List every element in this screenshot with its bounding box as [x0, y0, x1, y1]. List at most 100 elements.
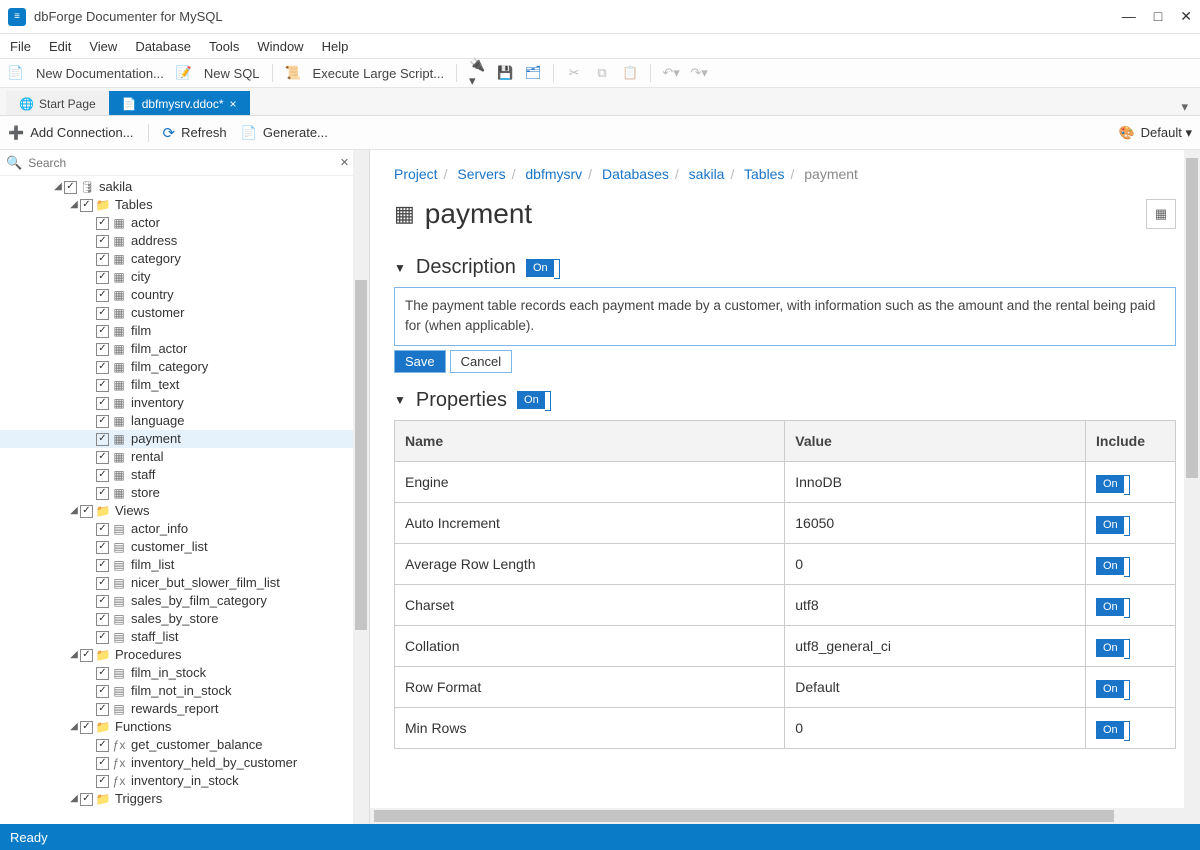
theme-selector[interactable]: Default ▾	[1141, 125, 1192, 141]
sidebar-scrollbar[interactable]	[353, 150, 369, 824]
tree-table-staff[interactable]: ▦staff	[0, 466, 369, 484]
tree-checkbox[interactable]	[96, 685, 109, 698]
tree-checkbox[interactable]	[80, 199, 93, 212]
tree-checkbox[interactable]	[96, 253, 109, 266]
tree-table-inventory[interactable]: ▦inventory	[0, 394, 369, 412]
crumb-project[interactable]: Project	[394, 166, 438, 182]
tree-checkbox[interactable]	[96, 451, 109, 464]
tree-checkbox[interactable]	[96, 379, 109, 392]
tree-proc-film_in_stock[interactable]: ▤film_in_stock	[0, 664, 369, 682]
tree-view-sales_by_film_category[interactable]: ▤sales_by_film_category	[0, 592, 369, 610]
tree-table-store[interactable]: ▦store	[0, 484, 369, 502]
refresh-button[interactable]: ⟳ Refresh	[163, 124, 227, 142]
tree-checkbox[interactable]	[96, 667, 109, 680]
tree-checkbox[interactable]	[96, 487, 109, 500]
tree-group-views[interactable]: ◢📁Views	[0, 502, 369, 520]
tree-view-sales_by_store[interactable]: ▤sales_by_store	[0, 610, 369, 628]
tree-checkbox[interactable]	[96, 397, 109, 410]
tree-checkbox[interactable]	[96, 361, 109, 374]
tree-checkbox[interactable]	[96, 235, 109, 248]
menu-database[interactable]: Database	[135, 39, 191, 54]
paste-icon[interactable]: 📋	[622, 65, 638, 81]
tree-table-address[interactable]: ▦address	[0, 232, 369, 250]
include-toggle[interactable]: On	[1096, 475, 1125, 493]
tree-table-film[interactable]: ▦film	[0, 322, 369, 340]
menu-window[interactable]: Window	[257, 39, 303, 54]
main-hscrollbar[interactable]	[370, 808, 1184, 824]
tab-start-page[interactable]: 🌐 Start Page	[6, 91, 109, 115]
tree-checkbox[interactable]	[96, 775, 109, 788]
tree-table-payment[interactable]: ▦payment	[0, 430, 369, 448]
search-input[interactable]	[28, 156, 334, 170]
tree-checkbox[interactable]	[96, 541, 109, 554]
tree-table-customer[interactable]: ▦customer	[0, 304, 369, 322]
tree-checkbox[interactable]	[96, 523, 109, 536]
crumb-tables[interactable]: Tables	[744, 166, 784, 182]
tree-checkbox[interactable]	[96, 559, 109, 572]
copy-icon[interactable]: ⧉	[594, 65, 610, 81]
window-close[interactable]: ✕	[1180, 8, 1192, 25]
tree-checkbox[interactable]	[80, 649, 93, 662]
window-minimize[interactable]: —	[1122, 8, 1136, 25]
tree-checkbox[interactable]	[96, 739, 109, 752]
crumb-databases[interactable]: Databases	[602, 166, 669, 182]
connect-icon[interactable]: 🔌▾	[469, 65, 485, 81]
tree-checkbox[interactable]	[96, 289, 109, 302]
crumb-server[interactable]: dbfmysrv	[525, 166, 582, 182]
description-textarea[interactable]: The payment table records each payment m…	[394, 287, 1176, 346]
tree-func-inventory_in_stock[interactable]: ƒxinventory_in_stock	[0, 772, 369, 790]
tree-checkbox[interactable]	[96, 469, 109, 482]
tree-checkbox[interactable]	[96, 415, 109, 428]
save-all-icon[interactable]: 🗂	[525, 65, 541, 81]
tree-view-actor_info[interactable]: ▤actor_info	[0, 520, 369, 538]
tree[interactable]: ◢🛢sakila◢📁Tables▦actor▦address▦category▦…	[0, 176, 369, 824]
tree-view-film_list[interactable]: ▤film_list	[0, 556, 369, 574]
tab-close-icon[interactable]: ×	[230, 97, 237, 111]
menu-help[interactable]: Help	[322, 39, 349, 54]
main-vscrollbar[interactable]	[1184, 150, 1200, 824]
tree-checkbox[interactable]	[96, 703, 109, 716]
tree-group-functions[interactable]: ◢📁Functions	[0, 718, 369, 736]
include-toggle[interactable]: On	[1096, 639, 1125, 657]
tree-checkbox[interactable]	[96, 757, 109, 770]
undo-icon[interactable]: ↶▾	[663, 65, 679, 81]
tab-active-document[interactable]: 📄 dbfmysrv.ddoc* ×	[109, 91, 250, 115]
menu-tools[interactable]: Tools	[209, 39, 239, 54]
tree-group-triggers[interactable]: ◢📁Triggers	[0, 790, 369, 808]
tree-proc-film_not_in_stock[interactable]: ▤film_not_in_stock	[0, 682, 369, 700]
include-toggle[interactable]: On	[1096, 598, 1125, 616]
menu-file[interactable]: File	[10, 39, 31, 54]
tab-overflow-icon[interactable]: ▾	[1175, 99, 1194, 115]
tree-checkbox[interactable]	[80, 721, 93, 734]
tree-checkbox[interactable]	[96, 343, 109, 356]
include-toggle[interactable]: On	[1096, 721, 1125, 739]
tree-group-tables[interactable]: ◢📁Tables	[0, 196, 369, 214]
tree-view-nicer_but_slower_film_list[interactable]: ▤nicer_but_slower_film_list	[0, 574, 369, 592]
tree-checkbox[interactable]	[80, 793, 93, 806]
tree-func-inventory_held_by_customer[interactable]: ƒxinventory_held_by_customer	[0, 754, 369, 772]
tree-table-city[interactable]: ▦city	[0, 268, 369, 286]
properties-toggle[interactable]: On	[517, 391, 546, 409]
tree-table-film_category[interactable]: ▦film_category	[0, 358, 369, 376]
tree-checkbox[interactable]	[96, 325, 109, 338]
include-toggle[interactable]: On	[1096, 516, 1125, 534]
generate-button[interactable]: 📄 Generate...	[241, 125, 328, 141]
window-maximize[interactable]: □	[1154, 8, 1162, 25]
description-cancel-button[interactable]: Cancel	[450, 350, 512, 373]
tree-checkbox[interactable]	[96, 577, 109, 590]
tree-table-actor[interactable]: ▦actor	[0, 214, 369, 232]
include-toggle[interactable]: On	[1096, 680, 1125, 698]
tree-group-procedures[interactable]: ◢📁Procedures	[0, 646, 369, 664]
redo-icon[interactable]: ↷▾	[691, 65, 707, 81]
collapse-properties-icon[interactable]: ▼	[394, 393, 406, 407]
crumb-servers[interactable]: Servers	[457, 166, 505, 182]
tree-checkbox[interactable]	[96, 613, 109, 626]
view-mode-button[interactable]: ▦	[1146, 199, 1176, 229]
tree-checkbox[interactable]	[96, 217, 109, 230]
menu-view[interactable]: View	[89, 39, 117, 54]
crumb-db[interactable]: sakila	[689, 166, 725, 182]
tree-table-rental[interactable]: ▦rental	[0, 448, 369, 466]
search-clear-icon[interactable]: ✕	[340, 156, 349, 169]
tree-checkbox[interactable]	[80, 505, 93, 518]
new-documentation-button[interactable]: New Documentation...	[36, 66, 164, 81]
